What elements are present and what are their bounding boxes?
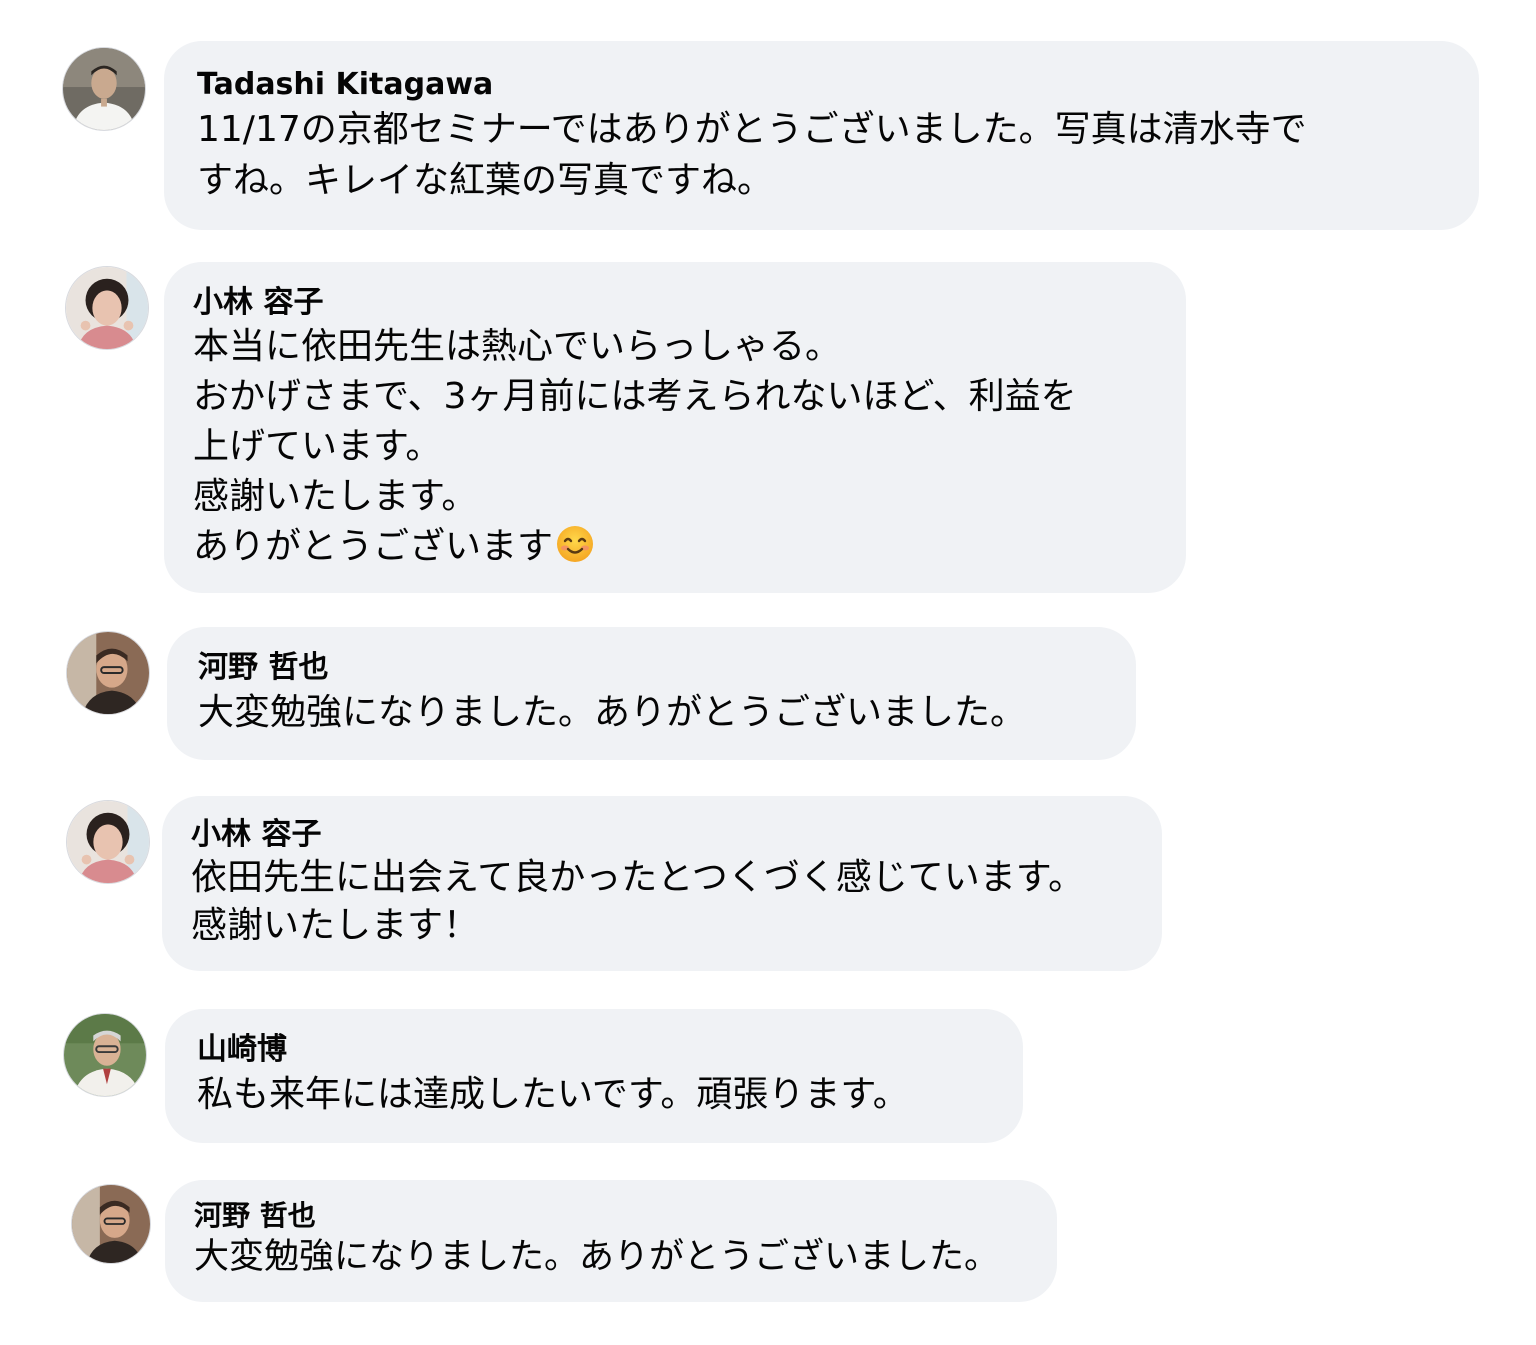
comment-author[interactable]: Tadashi Kitagawa — [197, 66, 1479, 104]
comment-text: 本当に依田先生は熱心でいらっしゃる。 おかげさまで、3ヶ月前には考えられないほど… — [193, 322, 1186, 578]
profile-photo-icon — [63, 48, 145, 130]
avatar[interactable] — [66, 631, 150, 715]
profile-photo-icon — [67, 632, 149, 714]
avatar[interactable] — [66, 800, 150, 884]
comment-bubble: Tadashi Kitagawa 11/17の京都セミナーではありがとうございま… — [164, 41, 1479, 230]
comment-author[interactable]: 河野 哲也 — [198, 649, 1136, 687]
comment-line: 11/17の京都セミナーではありがとうございました。写真は清水寺で — [197, 109, 1307, 150]
comment-text: 私も来年には達成したいです。頑張ります。 — [197, 1069, 1023, 1120]
comment-line: 私も来年には達成したいです。頑張ります。 — [197, 1074, 909, 1115]
comment-bubble: 小林 容子 依田先生に出会えて良かったとつくづく感じています。 感謝いたします！ — [162, 796, 1162, 971]
smiling-face-emoji-icon — [555, 524, 595, 578]
comment-bubble: 河野 哲也 大変勉強になりました。ありがとうございました。 — [167, 627, 1136, 760]
comment-text: 大変勉強になりました。ありがとうございました。 — [198, 687, 1136, 738]
comment-line: 感謝いたします。 — [193, 476, 478, 517]
comment-bubble: 河野 哲也 大変勉強になりました。ありがとうございました。 — [165, 1180, 1057, 1302]
comment-author[interactable]: 河野 哲也 — [194, 1199, 1057, 1233]
comment-line: ありがとうございます — [193, 522, 1186, 578]
comment-author[interactable]: 小林 容子 — [193, 284, 1186, 322]
comment-line: すね。キレイな紅葉の写真ですね。 — [197, 160, 774, 201]
comment-author[interactable]: 小林 容子 — [191, 816, 1162, 854]
profile-photo-icon — [66, 267, 148, 349]
comment-line-text: ありがとうございます — [193, 526, 554, 567]
comment-line: 大変勉強になりました。ありがとうございました。 — [198, 692, 1027, 733]
avatar[interactable] — [65, 266, 149, 350]
comment-text: 依田先生に出会えて良かったとつくづく感じています。 感謝いたします！ — [191, 854, 1162, 950]
comment-bubble: 小林 容子 本当に依田先生は熱心でいらっしゃる。 おかげさまで、3ヶ月前には考え… — [164, 262, 1186, 593]
avatar[interactable] — [71, 1184, 151, 1264]
comment-text: 11/17の京都セミナーではありがとうございました。写真は清水寺で すね。キレイ… — [197, 104, 1479, 206]
comment-text: 大変勉強になりました。ありがとうございました。 — [194, 1233, 1057, 1281]
comment-line: 依田先生に出会えて良かったとつくづく感じています。 — [191, 857, 1085, 898]
profile-photo-icon — [67, 801, 149, 883]
comment-line: 大変勉強になりました。ありがとうございました。 — [194, 1237, 1000, 1277]
comment-bubble: 山崎博 私も来年には達成したいです。頑張ります。 — [165, 1009, 1023, 1143]
avatar[interactable] — [62, 47, 146, 131]
comment-author[interactable]: 山崎博 — [197, 1031, 1023, 1069]
comment-line: 上げています。 — [193, 426, 442, 467]
profile-photo-icon — [72, 1185, 150, 1263]
comment-line: 感謝いたします！ — [191, 905, 480, 946]
comment-line: 本当に依田先生は熱心でいらっしゃる。 — [193, 326, 842, 367]
profile-photo-icon — [64, 1014, 146, 1096]
comment-line: おかげさまで、3ヶ月前には考えられないほど、利益を — [193, 376, 1077, 417]
avatar[interactable] — [63, 1013, 147, 1097]
